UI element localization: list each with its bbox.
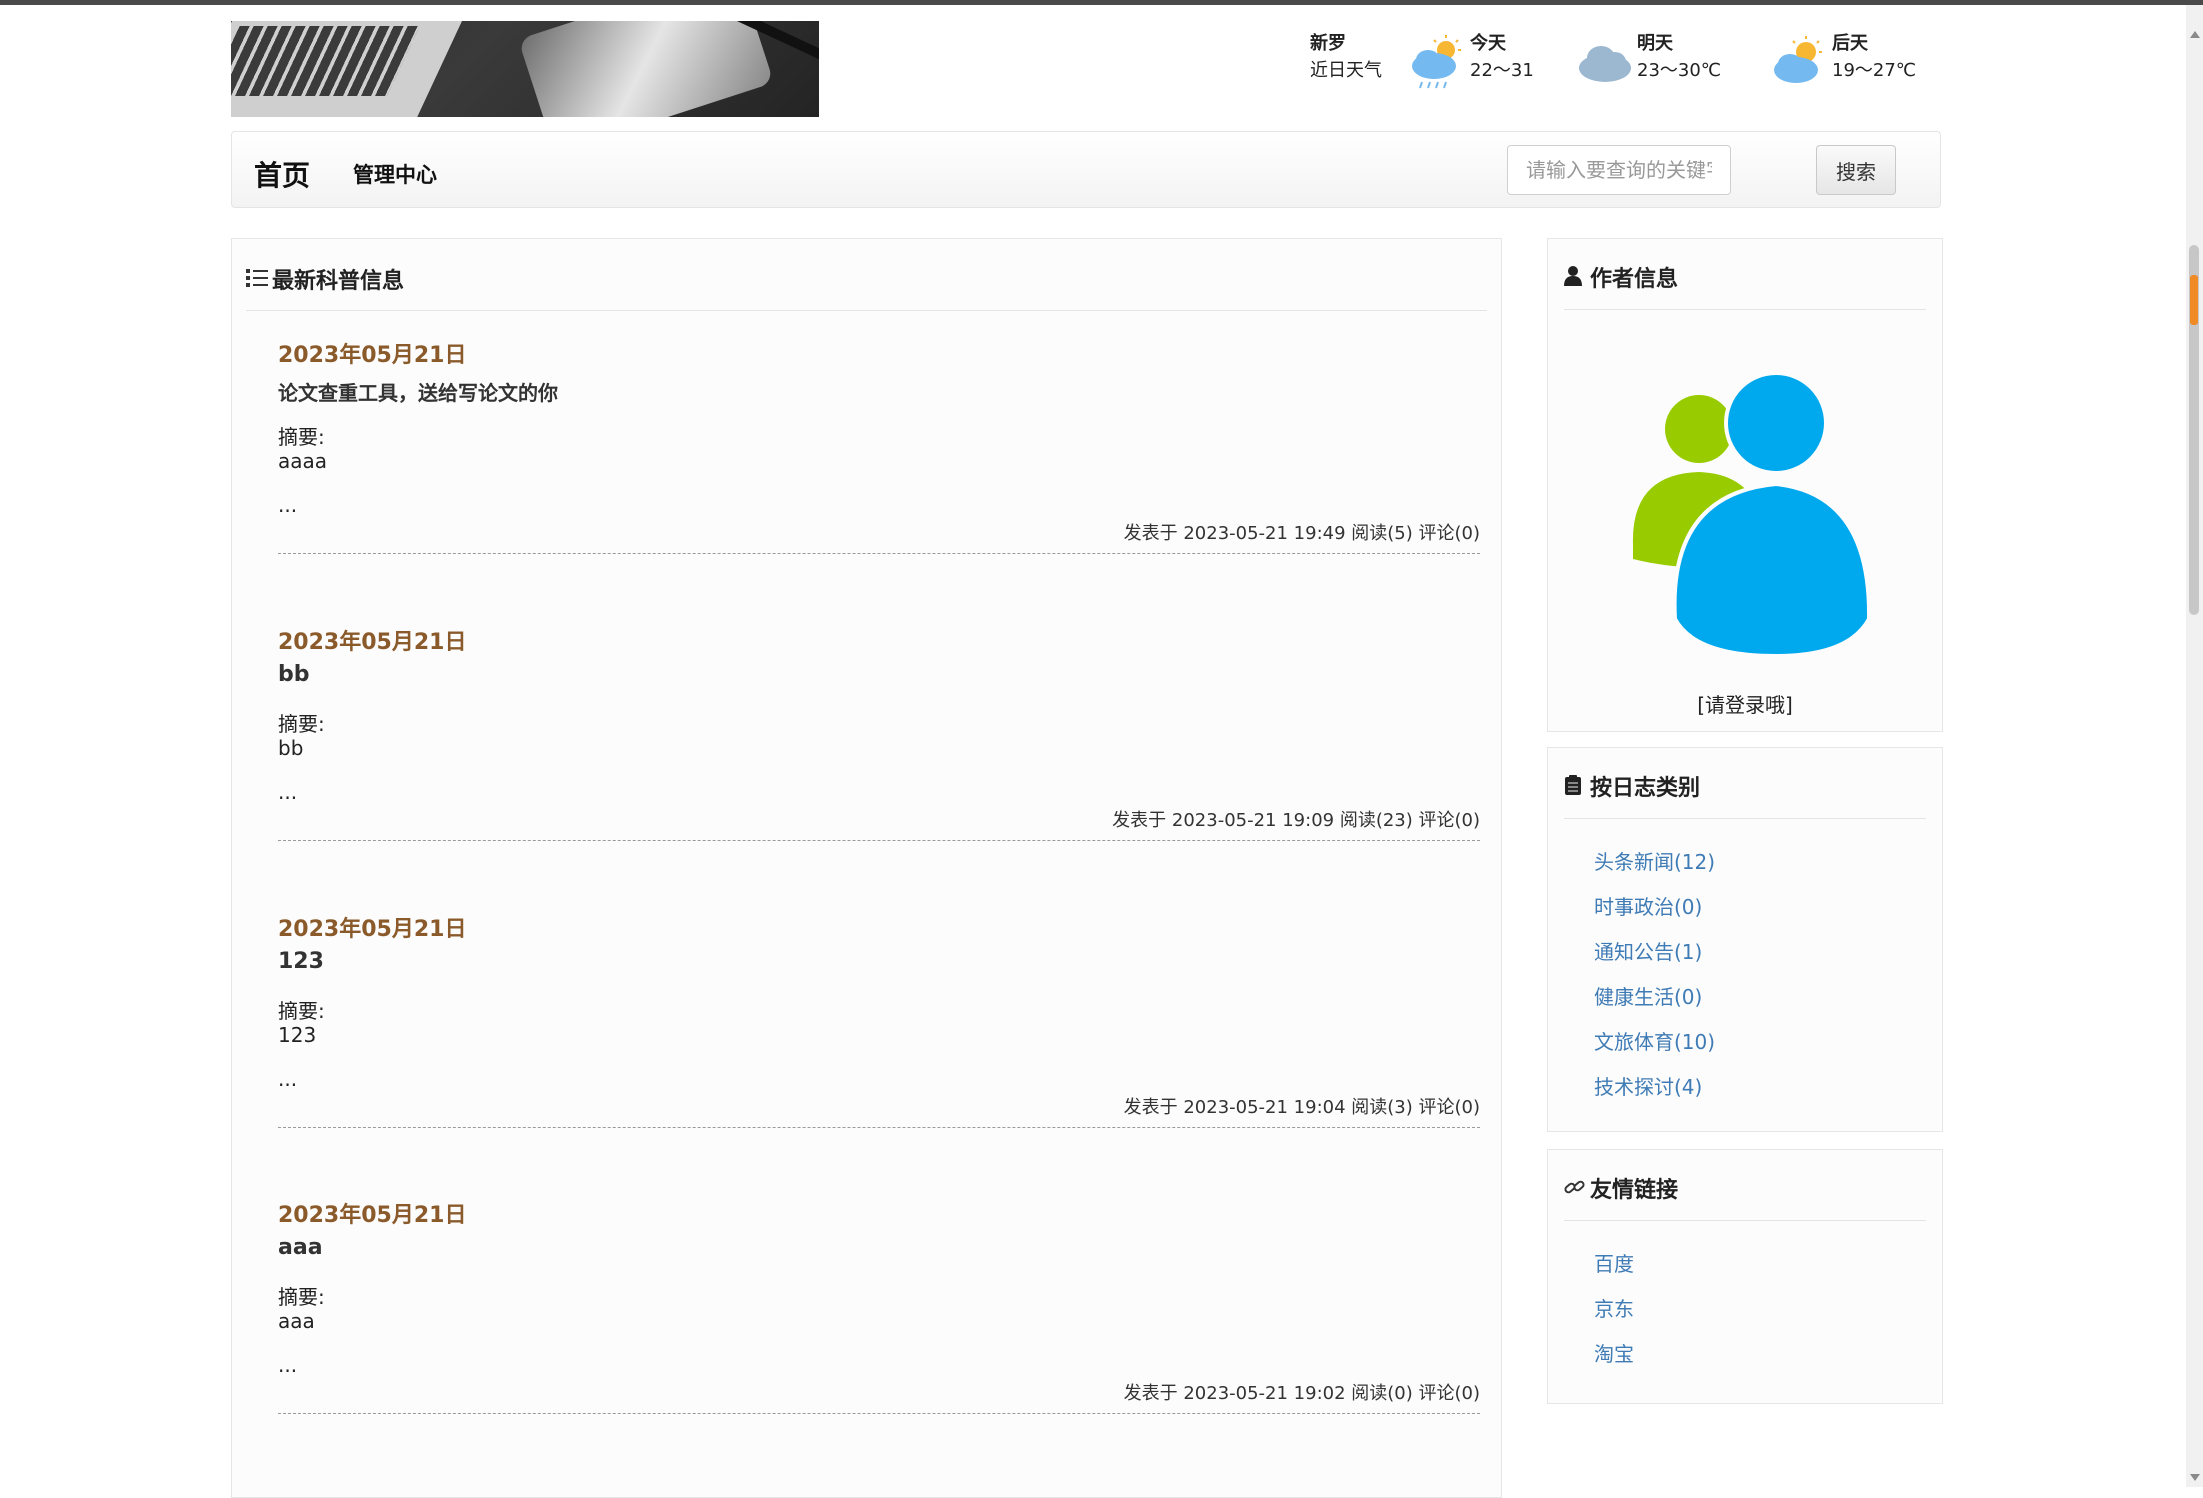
weather-location: 新罗 近日天气 [1310, 30, 1382, 84]
post-date: 2023年05月21日 [278, 1203, 467, 1228]
nav-admin-link[interactable]: 管理中心 [353, 159, 437, 189]
post-ellipsis: ... [278, 493, 298, 517]
post-date: 2023年05月21日 [278, 630, 467, 655]
search-input[interactable] [1507, 145, 1731, 195]
category-link[interactable]: 健康生活(0) [1594, 975, 1715, 1020]
friend-link[interactable]: 百度 [1594, 1242, 1634, 1287]
weather-subtitle: 近日天气 [1310, 60, 1382, 81]
panel-title: 最新科普信息 [246, 263, 404, 295]
post-divider [278, 840, 1480, 841]
post-divider [278, 1127, 1480, 1128]
post-ellipsis: ... [278, 1353, 298, 1377]
phone-graphic [518, 21, 774, 117]
list-icon [246, 268, 272, 294]
post-item: 2023年05月21日 aaa 摘要: aaa ... 发表于 2023-05-… [278, 1197, 1480, 1447]
categories-panel: 按日志类别 头条新闻(12) 时事政治(0) 通知公告(1) 健康生活(0) 文… [1547, 747, 1943, 1132]
post-divider [278, 553, 1480, 554]
post-item: 2023年05月21日 123 摘要: 123 ... 发表于 2023-05-… [278, 911, 1480, 1161]
summary-label: 摘要: [278, 425, 325, 449]
friend-link-list: 百度 京东 淘宝 [1594, 1242, 1634, 1377]
weather-city: 新罗 [1310, 33, 1346, 54]
category-list: 头条新闻(12) 时事政治(0) 通知公告(1) 健康生活(0) 文旅体育(10… [1594, 840, 1715, 1110]
post-ellipsis: ... [278, 1067, 298, 1091]
search-button[interactable]: 搜索 [1816, 145, 1896, 195]
weather-day-label: 后天 [1832, 33, 1868, 54]
latest-posts-panel: 最新科普信息 2023年05月21日 论文查重工具，送给写论文的你 摘要: aa… [231, 238, 1502, 1498]
divider [1564, 1220, 1926, 1221]
links-title-text: 友情链接 [1590, 1178, 1679, 1203]
weather-day-after: 后天 19～27℃ [1772, 30, 1952, 100]
login-prompt[interactable]: [请登录哦] [1548, 689, 1942, 718]
post-divider [278, 1413, 1480, 1414]
categories-panel-title: 按日志类别 [1564, 770, 1700, 802]
friend-links-panel: 友情链接 百度 京东 淘宝 [1547, 1149, 1943, 1404]
category-link[interactable]: 时事政治(0) [1594, 885, 1715, 930]
nav-home-link[interactable]: 首页 [254, 154, 310, 194]
weather-temp: 19～27℃ [1832, 60, 1917, 81]
post-meta: 发表于 2023-05-21 19:49 阅读(5) 评论(0) [1123, 523, 1480, 544]
link-icon [1564, 1177, 1590, 1203]
category-link[interactable]: 技术探讨(4) [1594, 1065, 1715, 1110]
author-panel: 作者信息 [请登录哦] [1547, 238, 1943, 732]
category-link[interactable]: 头条新闻(12) [1594, 840, 1715, 885]
weather-day-label: 今天 [1470, 33, 1506, 54]
rain-sun-icon [1412, 35, 1461, 89]
window-top-border [0, 0, 2203, 5]
scroll-down-arrow-icon[interactable] [2190, 1474, 2200, 1481]
divider [1564, 818, 1926, 819]
post-item: 2023年05月21日 论文查重工具，送给写论文的你 摘要: aaaa ... … [278, 337, 1480, 587]
summary-label: 摘要: [278, 712, 325, 736]
avatar [1632, 371, 1872, 654]
post-meta: 发表于 2023-05-21 19:02 阅读(0) 评论(0) [1123, 1383, 1480, 1404]
post-title[interactable]: 123 [278, 949, 324, 974]
header-banner-image [231, 21, 819, 117]
post-date: 2023年05月21日 [278, 917, 467, 942]
weather-temp: 22～31 [1470, 60, 1534, 81]
divider [1564, 309, 1926, 310]
summary-label: 摘要: [278, 1285, 325, 1309]
scroll-highlight-marker [2190, 275, 2198, 325]
category-link[interactable]: 文旅体育(10) [1594, 1020, 1715, 1065]
post-summary: aaaa [278, 449, 328, 473]
post-title[interactable]: bb [278, 662, 310, 687]
post-item: 2023年05月21日 bb 摘要: bb ... 发表于 2023-05-21… [278, 624, 1480, 874]
user-icon [1564, 266, 1590, 292]
partly-cloudy-icon [1774, 36, 1822, 83]
weather-widget: 新罗 近日天气 今天 22～31 明天 23～30℃ 后天 19～27℃ [1310, 30, 1930, 100]
author-title-text: 作者信息 [1590, 267, 1679, 292]
scroll-up-arrow-icon[interactable] [2190, 31, 2200, 38]
weather-day-label: 明天 [1637, 33, 1673, 54]
post-title[interactable]: aaa [278, 1235, 323, 1260]
category-link[interactable]: 通知公告(1) [1594, 930, 1715, 975]
post-title[interactable]: 论文查重工具，送给写论文的你 [278, 377, 558, 406]
links-panel-title: 友情链接 [1564, 1172, 1678, 1204]
friend-link[interactable]: 淘宝 [1594, 1332, 1634, 1377]
page-scrollbar[interactable] [2186, 5, 2203, 1487]
summary-label: 摘要: [278, 999, 325, 1023]
laptop-graphic [231, 21, 467, 117]
post-date: 2023年05月21日 [278, 343, 467, 368]
friend-link[interactable]: 京东 [1594, 1287, 1634, 1332]
post-meta: 发表于 2023-05-21 19:09 阅读(23) 评论(0) [1112, 810, 1480, 831]
weather-tomorrow: 明天 23～30℃ [1577, 30, 1757, 100]
panel-title-text: 最新科普信息 [272, 269, 405, 294]
clipboard-icon [1564, 775, 1590, 801]
weather-temp: 23～30℃ [1637, 60, 1722, 81]
top-navbar: 首页 管理中心 搜索 [231, 131, 1941, 208]
post-meta: 发表于 2023-05-21 19:04 阅读(3) 评论(0) [1123, 1097, 1480, 1118]
author-panel-title: 作者信息 [1564, 261, 1678, 293]
post-ellipsis: ... [278, 780, 298, 804]
categories-title-text: 按日志类别 [1590, 776, 1701, 801]
divider [246, 310, 1487, 311]
post-summary: 123 [278, 1023, 317, 1047]
weather-today: 今天 22～31 [1410, 30, 1590, 100]
post-summary: aaa [278, 1309, 315, 1333]
post-summary: bb [278, 736, 304, 760]
cloudy-icon [1579, 46, 1631, 82]
